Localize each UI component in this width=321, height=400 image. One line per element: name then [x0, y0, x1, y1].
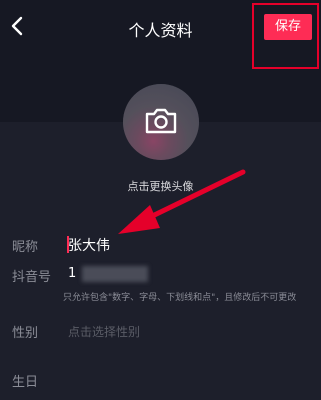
avatar-caption[interactable]: 点击更换头像: [0, 178, 321, 194]
douyin-id-value: 1: [68, 266, 77, 281]
nickname-input[interactable]: 张大伟: [68, 235, 110, 255]
annotation-highlight-box: [252, 3, 319, 69]
form-panel: [0, 122, 321, 400]
nickname-label: 昵称: [12, 240, 39, 255]
camera-icon: [145, 108, 177, 134]
douyin-id-label: 抖音号: [12, 270, 52, 285]
gender-select[interactable]: 点击选择性别: [68, 323, 140, 340]
birthday-label: 生日: [12, 375, 39, 390]
redacted-id: [82, 266, 148, 282]
text-cursor: [67, 236, 69, 253]
gender-label: 性别: [12, 326, 39, 341]
avatar[interactable]: [123, 84, 199, 160]
douyin-id-hint: 只允许包含"数字、字母、下划线和点"，且修改后不可更改: [63, 293, 297, 303]
